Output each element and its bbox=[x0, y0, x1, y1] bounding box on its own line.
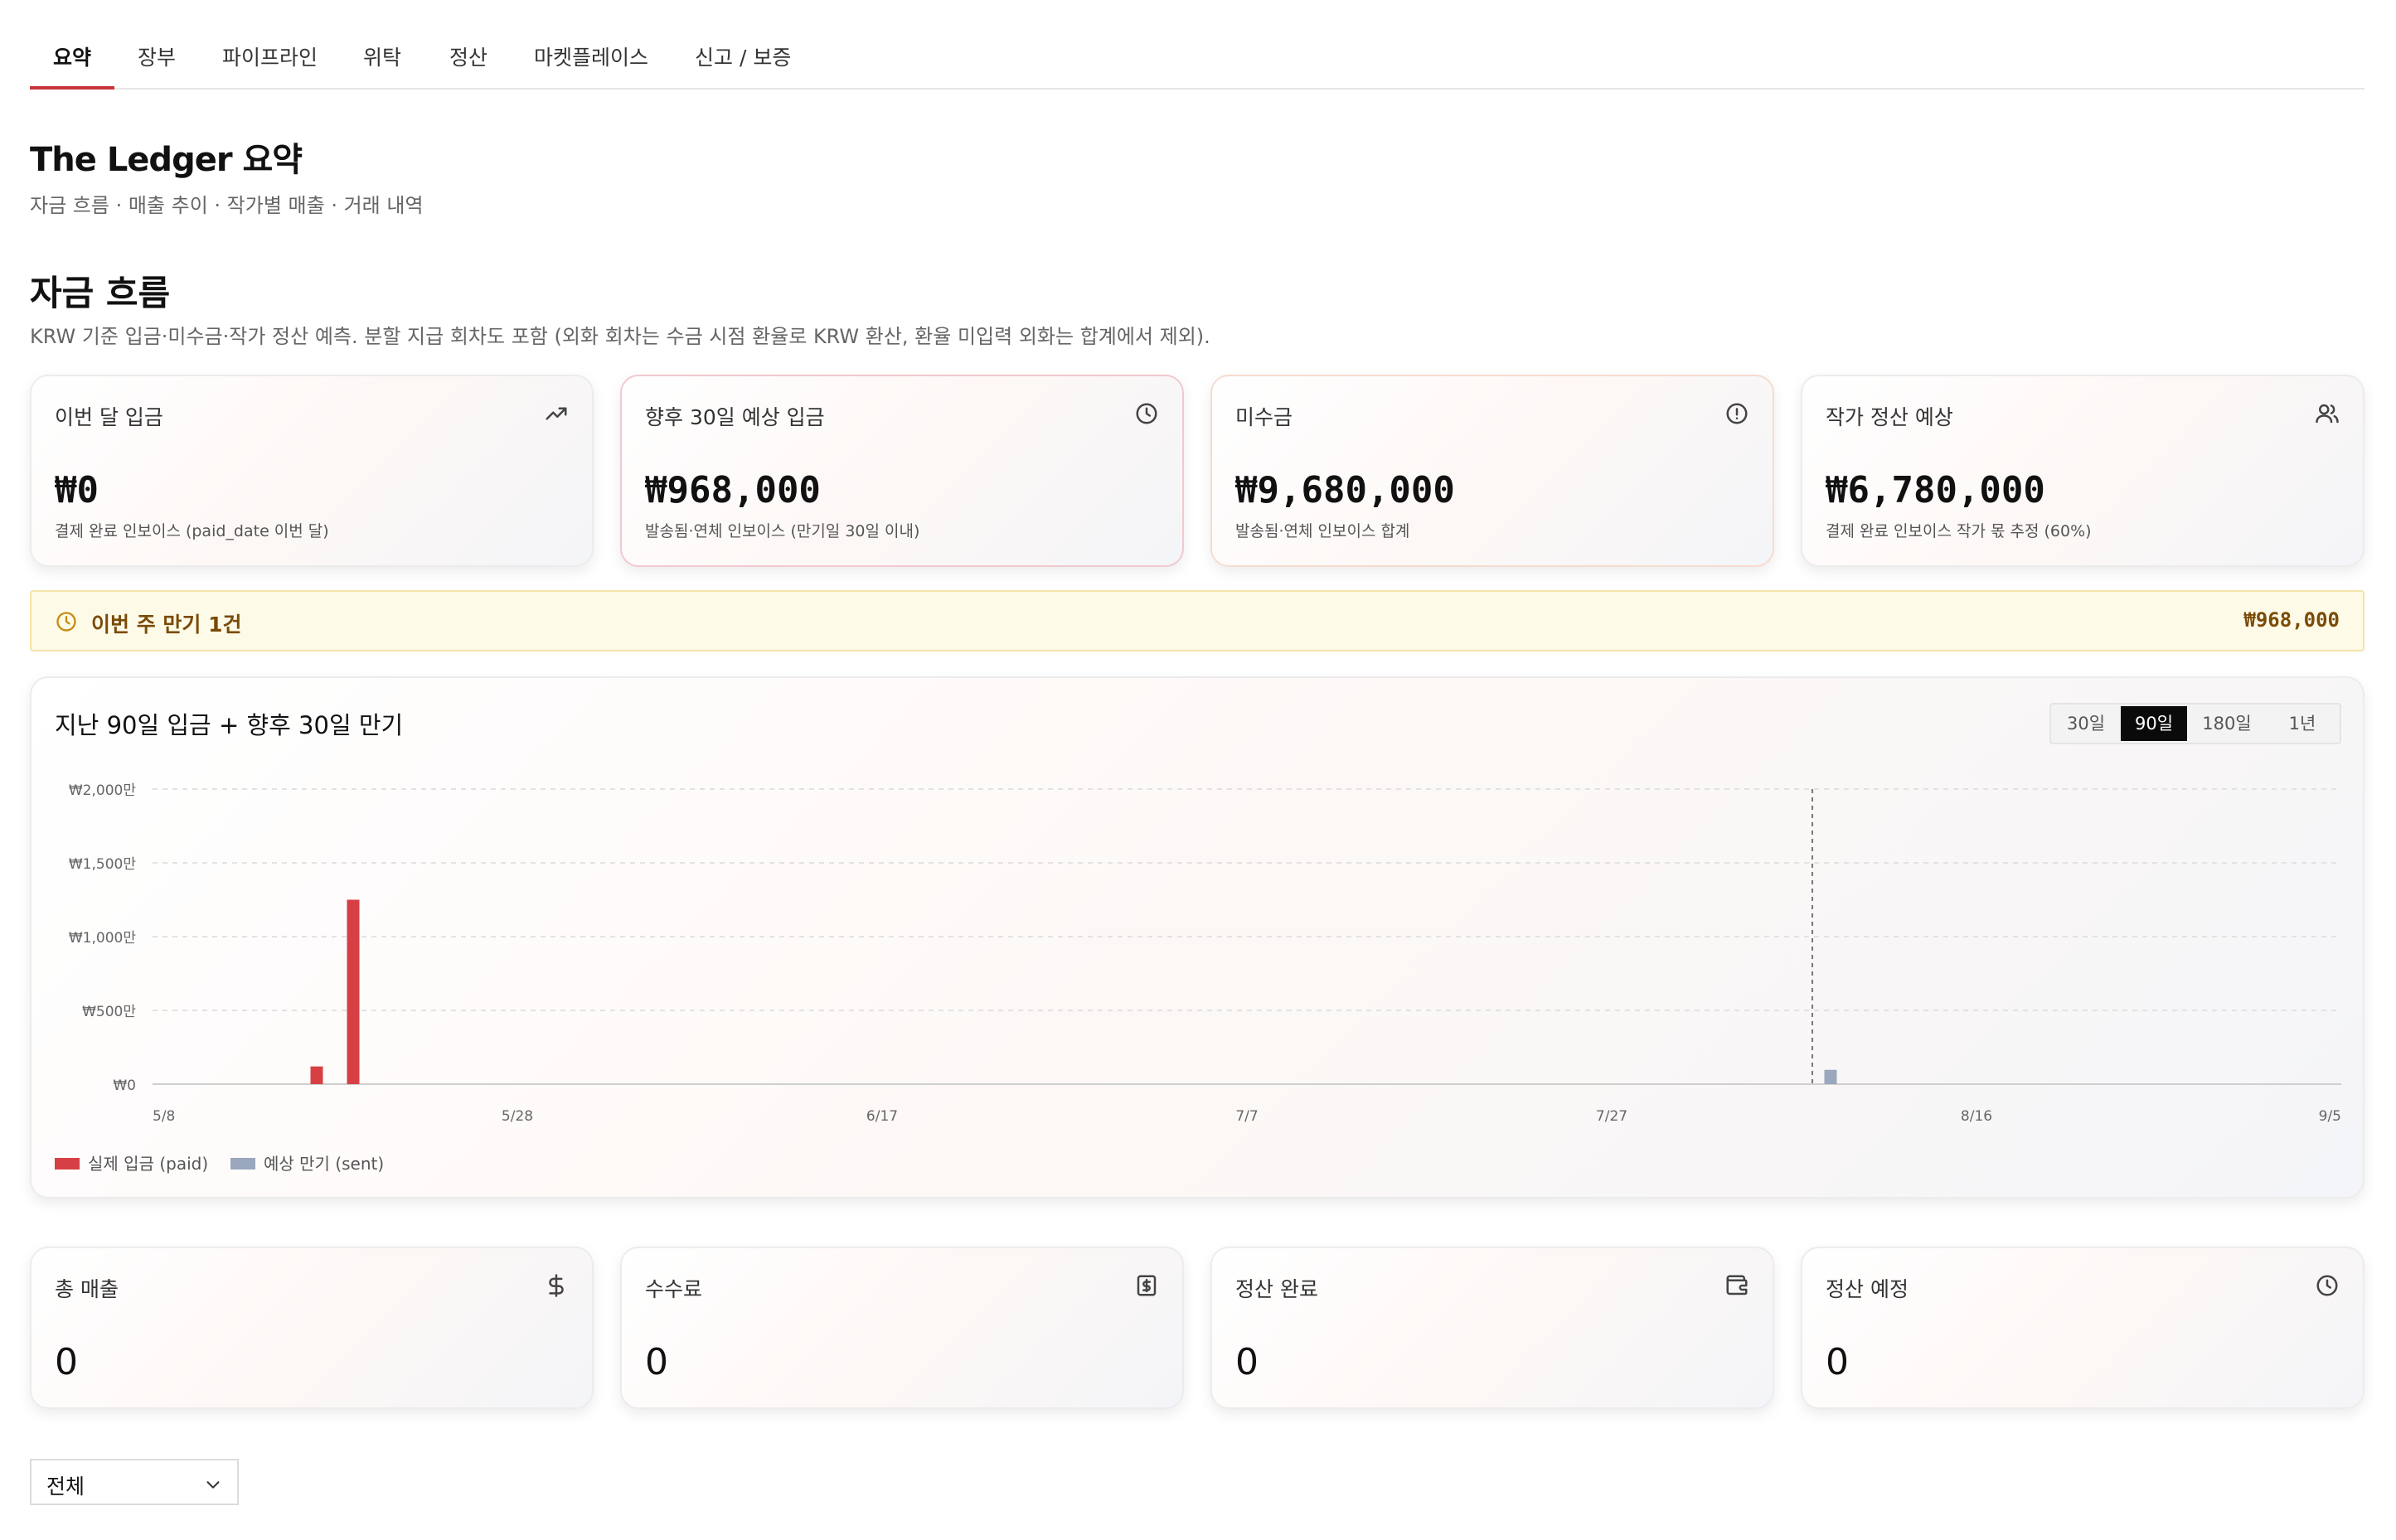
trending-up-icon bbox=[544, 401, 569, 426]
y-tick-label: ₩1,500만 bbox=[69, 856, 136, 873]
x-tick-label: 8/16 bbox=[1961, 1108, 1992, 1125]
card-label: 작가 정산 예상 bbox=[1826, 405, 1953, 429]
card-total-sales: 총 매출 0 bbox=[30, 1247, 594, 1409]
range-1y-button[interactable]: 1년 bbox=[2267, 706, 2338, 741]
banner-text: 이번 주 만기 1건 bbox=[91, 613, 242, 637]
range-90d-button[interactable]: 90일 bbox=[2121, 706, 2187, 741]
card-this-month-income: 이번 달 입금 ₩0 결제 완료 인보이스 (paid_date 이번 달) bbox=[30, 375, 594, 567]
card-label: 향후 30일 예상 입금 bbox=[645, 405, 825, 429]
tab-ledger[interactable]: 장부 bbox=[138, 41, 176, 88]
bar-paid bbox=[310, 1066, 323, 1084]
tab-pipeline[interactable]: 파이프라인 bbox=[222, 41, 318, 88]
banner-amount: ₩968,000 bbox=[2243, 608, 2340, 632]
dollar-icon bbox=[544, 1273, 569, 1298]
y-tick-label: ₩0 bbox=[113, 1078, 136, 1094]
cashflow-title: 자금 흐름 bbox=[30, 273, 171, 313]
y-tick-label: ₩2,000만 bbox=[69, 782, 136, 799]
filter-select[interactable]: 전체 bbox=[30, 1459, 239, 1505]
cashflow-description: KRW 기준 입금·미수금·작가 정산 예측. 분할 지급 회차도 포함 (외화… bbox=[30, 325, 1210, 348]
legend-swatch bbox=[55, 1158, 80, 1170]
card-label: 미수금 bbox=[1235, 405, 1293, 429]
receipt-icon bbox=[1134, 1273, 1159, 1298]
x-tick-label: 6/17 bbox=[866, 1108, 898, 1125]
clock-icon bbox=[1134, 401, 1159, 426]
cashflow-chart: ₩0 ₩500만 ₩1,000만 ₩1,500만 ₩2,000만 5/8 5/28 6/17 7… bbox=[69, 782, 2341, 1125]
card-label: 총 매출 bbox=[55, 1277, 119, 1301]
card-value: 0 bbox=[55, 1341, 78, 1383]
card-label: 정산 완료 bbox=[1235, 1277, 1318, 1301]
chart-title: 지난 90일 입금 + 향후 30일 만기 bbox=[55, 711, 404, 739]
card-expected-30d-income: 향후 30일 예상 입금 ₩968,000 발송됨·연체 인보이스 (만기일 3… bbox=[620, 375, 1184, 567]
x-tick-label: 5/28 bbox=[502, 1108, 533, 1125]
tab-marketplace[interactable]: 마켓플레이스 bbox=[534, 41, 648, 88]
x-tick-label: 7/27 bbox=[1596, 1108, 1627, 1125]
x-tick-label: 7/7 bbox=[1235, 1108, 1258, 1125]
wallet-icon bbox=[1724, 1273, 1749, 1298]
page-subtitle: 자금 흐름 · 매출 추이 · 작가별 매출 · 거래 내역 bbox=[30, 194, 424, 217]
card-artist-payout-estimate: 작가 정산 예상 ₩6,780,000 결제 완료 인보이스 작가 몫 추정 (… bbox=[1801, 375, 2364, 567]
card-label: 수수료 bbox=[645, 1277, 703, 1301]
clock-icon bbox=[55, 610, 78, 633]
x-tick-label: 5/8 bbox=[153, 1108, 175, 1125]
card-commission: 수수료 0 bbox=[620, 1247, 1184, 1409]
card-pending-settlement: 정산 예정 0 bbox=[1801, 1247, 2364, 1409]
x-tick-label: 9/5 bbox=[2319, 1108, 2341, 1125]
y-tick-label: ₩1,000만 bbox=[69, 930, 136, 947]
card-note: 결제 완료 인보이스 (paid_date 이번 달) bbox=[55, 522, 329, 540]
page-title: The Ledger 요약 bbox=[30, 141, 303, 179]
tab-settlement[interactable]: 정산 bbox=[449, 41, 487, 88]
page: 요약 장부 파이프라인 위탁 정산 마켓플레이스 신고 / 보증 The Led… bbox=[29, 0, 2364, 1540]
card-value: ₩9,680,000 bbox=[1235, 469, 1455, 511]
card-value: 0 bbox=[1235, 1341, 1259, 1383]
cashflow-chart-card: ₩0 ₩500만 ₩1,000만 ₩1,500만 ₩2,000만 5/8 5/28 6/17 7… bbox=[30, 676, 2364, 1199]
card-value: 0 bbox=[1826, 1341, 1849, 1383]
card-value: 0 bbox=[645, 1341, 668, 1383]
range-180d-button[interactable]: 180일 bbox=[2189, 706, 2265, 741]
tab-consignment[interactable]: 위탁 bbox=[363, 41, 401, 88]
card-value: ₩6,780,000 bbox=[1826, 469, 2045, 511]
legend-swatch bbox=[230, 1158, 255, 1170]
tab-report-guarantee[interactable]: 신고 / 보증 bbox=[695, 41, 791, 88]
card-receivables: 미수금 ₩9,680,000 발송됨·연체 인보이스 합계 bbox=[1210, 375, 1774, 567]
filter-selected-value: 전체 bbox=[46, 1475, 85, 1499]
bar-expected bbox=[1824, 1069, 1837, 1084]
card-note: 발송됨·연체 인보이스 (만기일 30일 이내) bbox=[645, 522, 920, 540]
due-this-week-banner[interactable]: 이번 주 만기 1건 ₩968,000 bbox=[30, 590, 2364, 651]
card-note: 결제 완료 인보이스 작가 몫 추정 (60%) bbox=[1826, 522, 2092, 540]
tab-summary[interactable]: 요약 bbox=[29, 41, 115, 90]
range-30d-button[interactable]: 30일 bbox=[2053, 706, 2119, 741]
card-label: 정산 예정 bbox=[1826, 1277, 1909, 1301]
legend-label: 실제 입금 (paid) bbox=[88, 1154, 209, 1174]
legend-label: 예상 만기 (sent) bbox=[264, 1154, 385, 1174]
card-label: 이번 달 입금 bbox=[55, 405, 163, 429]
chevron-down-icon bbox=[204, 1475, 222, 1494]
card-settled: 정산 완료 0 bbox=[1210, 1247, 1774, 1409]
tab-bar: 요약 장부 파이프라인 위탁 정산 마켓플레이스 신고 / 보증 bbox=[29, 33, 2364, 90]
clock-icon bbox=[2315, 1273, 2340, 1298]
users-icon bbox=[2315, 401, 2340, 426]
range-toggle: 30일 90일 180일 1년 bbox=[2049, 703, 2341, 744]
bar-paid bbox=[347, 899, 360, 1084]
card-value: ₩0 bbox=[55, 469, 99, 511]
y-tick-label: ₩500만 bbox=[82, 1004, 136, 1020]
alert-circle-icon bbox=[1724, 401, 1749, 426]
card-note: 발송됨·연체 인보이스 합계 bbox=[1235, 522, 1410, 540]
card-value: ₩968,000 bbox=[645, 469, 821, 511]
